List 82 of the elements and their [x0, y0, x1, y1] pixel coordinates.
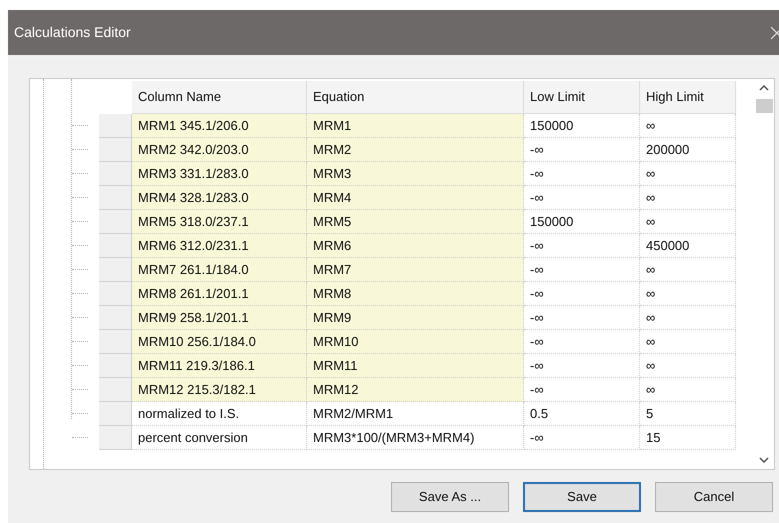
table-cell: MRM12 [307, 378, 524, 402]
table-cell: -∞ [524, 234, 640, 258]
table-cell: MRM2 342.0/203.0 [132, 138, 307, 162]
table-cell: percent conversion [132, 426, 307, 450]
row-header[interactable] [99, 354, 132, 378]
table-cell: -∞ [524, 186, 640, 210]
table-cell: -∞ [524, 306, 640, 330]
table-cell: ∞ [640, 378, 736, 402]
row-header[interactable] [99, 402, 132, 426]
column-header[interactable]: Low Limit [524, 81, 640, 114]
row-header[interactable] [99, 210, 132, 234]
row-header[interactable] [99, 162, 132, 186]
table-cell: -∞ [524, 426, 640, 450]
row-header[interactable] [99, 378, 132, 402]
row-header[interactable] [99, 258, 132, 282]
table-cell: -∞ [524, 258, 640, 282]
row-header[interactable] [99, 114, 132, 138]
table-cell: 150000 [524, 114, 640, 138]
column-header[interactable]: Equation [307, 81, 524, 114]
table-cell: MRM4 [307, 186, 524, 210]
table-cell: MRM9 258.1/201.1 [132, 306, 307, 330]
table-cell: 0.5 [524, 402, 640, 426]
dialog-button[interactable]: Save [523, 482, 641, 512]
table-cell: MRM8 [307, 282, 524, 306]
table-cell: MRM10 256.1/184.0 [132, 330, 307, 354]
table-cell: ∞ [640, 306, 736, 330]
table-cell: 15 [640, 426, 736, 450]
row-header[interactable] [99, 234, 132, 258]
table-cell: MRM5 [307, 210, 524, 234]
table-cell: ∞ [640, 330, 736, 354]
table-cell: MRM2/MRM1 [307, 402, 524, 426]
table-cell: normalized to I.S. [132, 402, 307, 426]
row-header[interactable] [99, 282, 132, 306]
table-cell: MRM6 312.0/231.1 [132, 234, 307, 258]
table-cell: 5 [640, 402, 736, 426]
table-cell: MRM3 331.1/283.0 [132, 162, 307, 186]
table-cell: -∞ [524, 282, 640, 306]
table-cell: -∞ [524, 138, 640, 162]
table-cell: -∞ [524, 330, 640, 354]
table-cell: MRM5 318.0/237.1 [132, 210, 307, 234]
table-cell: MRM2 [307, 138, 524, 162]
table-cell: -∞ [524, 354, 640, 378]
row-header[interactable] [99, 426, 132, 450]
table-cell: ∞ [640, 114, 736, 138]
table-cell: MRM12 215.3/182.1 [132, 378, 307, 402]
table-cell: ∞ [640, 186, 736, 210]
column-header[interactable]: Column Name [132, 81, 307, 114]
table-cell: -∞ [524, 378, 640, 402]
table-cell: MRM7 261.1/184.0 [132, 258, 307, 282]
table-cell: ∞ [640, 162, 736, 186]
table-cell: MRM1 345.1/206.0 [132, 114, 307, 138]
table-cell: MRM6 [307, 234, 524, 258]
table-cell: 150000 [524, 210, 640, 234]
scroll-up-icon[interactable] [759, 85, 769, 91]
close-icon[interactable] [771, 26, 779, 40]
row-header[interactable] [99, 186, 132, 210]
table-cell: MRM8 261.1/201.1 [132, 282, 307, 306]
table-cell: -∞ [524, 162, 640, 186]
row-header[interactable] [99, 330, 132, 354]
dialog-button[interactable]: Cancel [655, 482, 773, 512]
table-cell: MRM7 [307, 258, 524, 282]
row-header[interactable] [99, 306, 132, 330]
table-cell: 450000 [640, 234, 736, 258]
table-cell: ∞ [640, 282, 736, 306]
table-cell: ∞ [640, 354, 736, 378]
table-cell: ∞ [640, 258, 736, 282]
table-cell: 200000 [640, 138, 736, 162]
table-cell: MRM11 [307, 354, 524, 378]
scroll-thumb[interactable] [756, 99, 772, 113]
row-header[interactable] [99, 138, 132, 162]
table-cell: MRM10 [307, 330, 524, 354]
column-header[interactable]: High Limit [640, 81, 736, 114]
window-title: Calculations Editor [14, 23, 131, 42]
table-cell: MRM3*100/(MRM3+MRM4) [307, 426, 524, 450]
scroll-down-icon[interactable] [759, 457, 769, 463]
table-cell: MRM4 328.1/283.0 [132, 186, 307, 210]
table-cell: MRM1 [307, 114, 524, 138]
dialog-button[interactable]: Save As ... [391, 482, 509, 512]
table-cell: ∞ [640, 210, 736, 234]
table-cell: MRM9 [307, 306, 524, 330]
table-cell: MRM3 [307, 162, 524, 186]
table-cell: MRM11 219.3/186.1 [132, 354, 307, 378]
